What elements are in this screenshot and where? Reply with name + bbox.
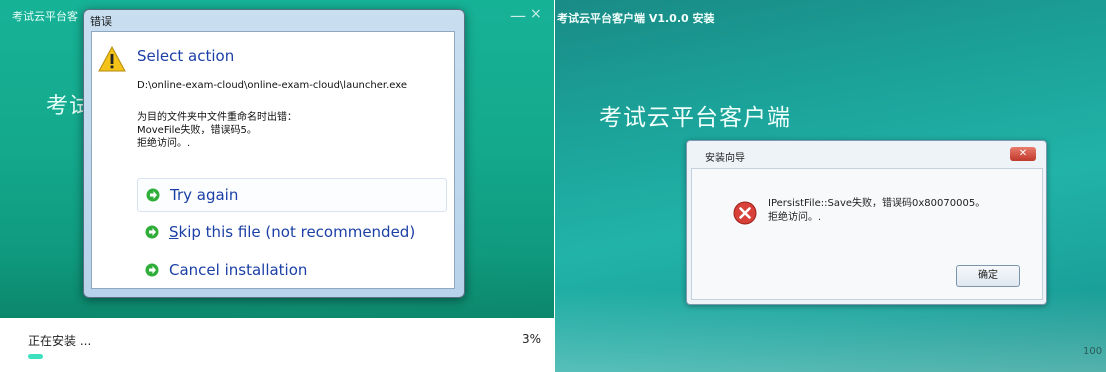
green-arrow-icon xyxy=(146,188,160,202)
error-message-line: 拒绝访问。. xyxy=(137,138,191,149)
error-dialog-title: 错误 xyxy=(90,15,112,28)
green-arrow-icon xyxy=(145,225,159,239)
close-icon[interactable]: ✕ xyxy=(1010,147,1036,161)
install-progress-bar xyxy=(28,354,528,359)
install-progress-fill xyxy=(28,354,43,359)
setup-wizard-body: IPersistFile::Save失败，错误码0x80070005。 拒绝访问… xyxy=(691,168,1043,300)
error-message-line: 拒绝访问。. xyxy=(768,212,822,223)
installer-window-title: 考试云平台客 xyxy=(12,10,78,23)
setup-wizard-title: 安装向导 xyxy=(705,153,745,164)
ok-button[interactable]: 确定 xyxy=(956,265,1020,287)
error-message-line: MoveFile失败，错误码5。 xyxy=(137,125,257,136)
cancel-installation-label: Cancel installation xyxy=(169,261,308,279)
installer-window-title: 考试云平台客户端 V1.0.0 安装 xyxy=(557,12,715,25)
try-again-label: Try again xyxy=(170,186,239,204)
error-message-line: 为目的文件夹中文件重命名时出错： xyxy=(137,112,297,123)
try-again-option[interactable]: Try again xyxy=(137,178,447,212)
skip-file-option[interactable]: Skip this file (not recommended) xyxy=(137,216,445,248)
green-arrow-icon xyxy=(145,263,159,277)
error-icon xyxy=(733,201,757,225)
error-dialog-body: Select action D:\online-exam-cloud\onlin… xyxy=(91,31,455,289)
install-percent: 3% xyxy=(522,332,542,346)
skip-file-label: Skip this file (not recommended) xyxy=(169,223,416,241)
left-screenshot: 考试云平台客 — × 考试 正在安装 ... 3% 错误 Select acti… xyxy=(0,0,554,372)
cancel-installation-option[interactable]: Cancel installation xyxy=(137,254,445,286)
close-button[interactable]: × xyxy=(530,6,542,22)
file-path: D:\online-exam-cloud\online-exam-cloud\l… xyxy=(137,80,407,91)
right-photo: 考试云平台客户端 V1.0.0 安装 考试云平台客户端 安装向导 ✕ IPers… xyxy=(555,0,1106,372)
error-message: IPersistFile::Save失败，错误码0x80070005。 拒绝访问… xyxy=(768,197,985,225)
error-message-line: IPersistFile::Save失败，错误码0x80070005。 xyxy=(768,198,986,209)
select-action-heading: Select action xyxy=(137,47,235,65)
minimize-button[interactable]: — xyxy=(510,6,526,25)
corner-number: 100 xyxy=(1083,346,1103,357)
installer-heading: 考试云平台客户端 xyxy=(599,105,791,131)
install-status-text: 正在安装 ... xyxy=(28,334,92,348)
setup-wizard-dialog: 安装向导 ✕ IPersistFile::Save失败，错误码0x8007000… xyxy=(686,140,1047,305)
warning-icon xyxy=(98,46,126,72)
error-message: 为目的文件夹中文件重命名时出错： MoveFile失败，错误码5。 拒绝访问。. xyxy=(137,111,297,150)
error-dialog: 错误 Select action D:\online-exam-cloud\on… xyxy=(83,9,465,298)
